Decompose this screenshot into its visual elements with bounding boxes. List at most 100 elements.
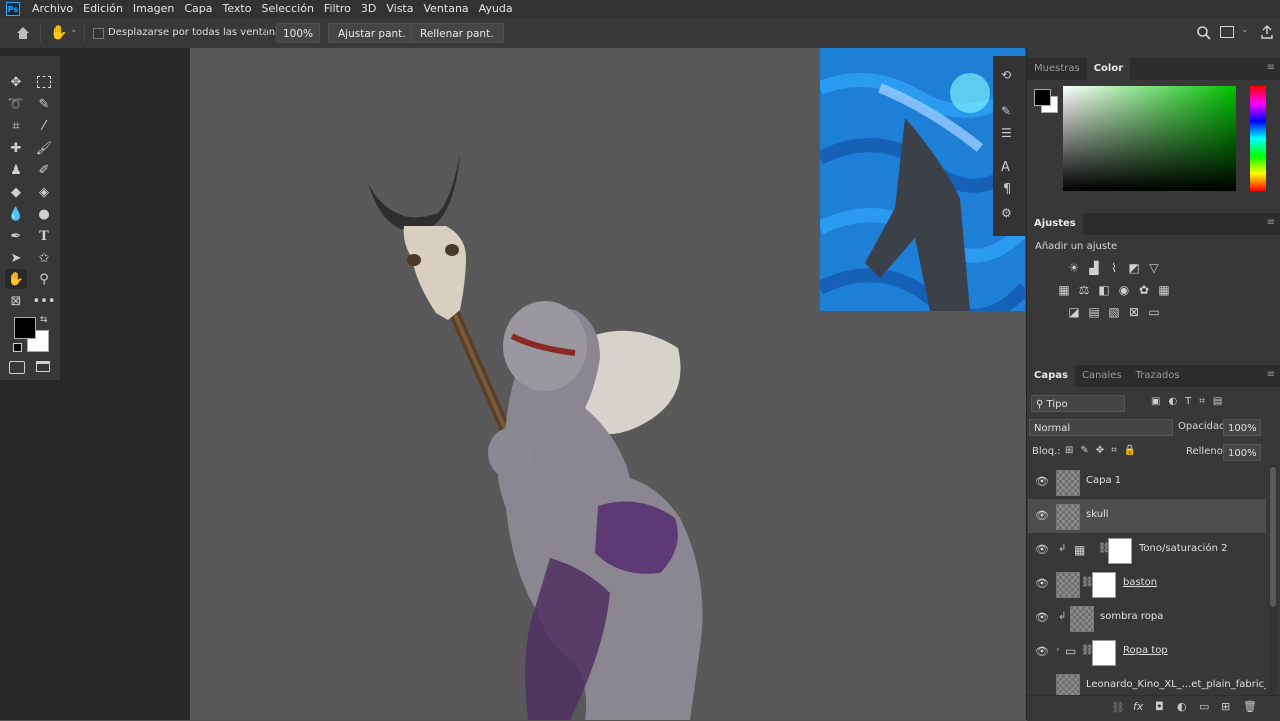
expand-chevron-icon[interactable]: › <box>1056 645 1060 655</box>
menu-ayuda[interactable]: Ayuda <box>475 0 519 18</box>
menu-edicion[interactable]: Edición <box>79 0 129 18</box>
layer-mask-thumbnail[interactable] <box>1092 572 1116 598</box>
color-field[interactable] <box>1063 86 1236 191</box>
blur-tool-icon[interactable]: 💧 <box>5 204 27 224</box>
scroll-all-checkbox[interactable] <box>93 28 104 39</box>
layer-mask-thumbnail[interactable] <box>1092 640 1116 666</box>
layer-mask-thumbnail[interactable] <box>1108 538 1132 564</box>
shape-tool-icon[interactable]: ✩ <box>33 248 55 268</box>
curves-icon[interactable]: ⌇ <box>1107 261 1121 275</box>
zoom-level-field[interactable]: 100% <box>276 23 320 43</box>
hand-tool-icon[interactable]: ✋ <box>5 269 27 289</box>
search-icon[interactable] <box>1196 25 1212 41</box>
eyedropper-icon[interactable]: ⁄ <box>33 116 55 136</box>
workspace-icon[interactable] <box>1220 26 1234 38</box>
blend-mode-dropdown[interactable]: Normal <box>1029 419 1173 436</box>
opacity-field[interactable]: 100% <box>1223 419 1261 436</box>
layer-filter-dropdown[interactable]: ⚲ Tipo <box>1031 395 1125 412</box>
tab-ajustes[interactable]: Ajustes <box>1027 213 1083 235</box>
new-layer-icon[interactable]: ⊞ <box>1221 700 1230 713</box>
new-group-icon[interactable]: ▭ <box>1199 700 1209 713</box>
menu-imagen[interactable]: Imagen <box>129 0 180 18</box>
clone-stamp-icon[interactable]: ♟ <box>5 160 27 180</box>
document-canvas[interactable] <box>190 48 1025 720</box>
panel-menu-icon[interactable]: ≡ <box>1267 369 1275 380</box>
vibrance-icon[interactable]: ▽ <box>1147 261 1161 275</box>
color-lookup-icon[interactable]: ▦ <box>1157 283 1171 297</box>
crop-tool-icon[interactable]: ⌗ <box>5 116 27 136</box>
marquee-tool-icon[interactable] <box>33 72 55 92</box>
menu-filtro[interactable]: Filtro <box>320 0 357 18</box>
delete-layer-icon[interactable]: 🗑 <box>1243 700 1257 713</box>
tab-capas[interactable]: Capas <box>1027 365 1075 387</box>
fit-screen-button[interactable]: Ajustar pant. <box>328 23 416 43</box>
dodge-tool-icon[interactable]: ● <box>33 204 55 224</box>
paint-bucket-icon[interactable]: ◈ <box>33 182 55 202</box>
fx-icon[interactable]: fx <box>1133 700 1143 713</box>
layer-row[interactable]: 👁 ↲ ▦ ⛓ Tono/saturación 2 <box>1028 533 1266 568</box>
add-mask-icon[interactable]: ◘ <box>1155 700 1164 713</box>
share-icon[interactable] <box>1259 24 1275 40</box>
visibility-eye-icon[interactable]: 👁 <box>1035 645 1049 658</box>
posterize-icon[interactable]: ▤ <box>1087 305 1101 319</box>
layers-scrollbar[interactable] <box>1269 465 1277 701</box>
visibility-eye-icon[interactable]: 👁 <box>1035 475 1049 488</box>
move-tool-icon[interactable]: ✥ <box>5 72 27 92</box>
layer-row[interactable]: 👁 Capa 1 <box>1028 465 1266 500</box>
healing-brush-icon[interactable]: ✚ <box>5 138 27 158</box>
invert-icon[interactable]: ◪ <box>1067 305 1081 319</box>
layer-group-row[interactable]: 👁 › ▭ ⛓ Ropa top <box>1028 635 1266 670</box>
frame-tool-icon[interactable]: ⊠ <box>5 291 27 311</box>
menu-ventana[interactable]: Ventana <box>419 0 474 18</box>
glyphs-icon[interactable]: ⚙ <box>1001 206 1012 220</box>
brush-settings-icon[interactable]: ✎ <box>1001 104 1011 118</box>
screen-mode-icon[interactable] <box>36 361 50 372</box>
paragraph-icon[interactable]: ¶ <box>1003 182 1011 197</box>
panel-menu-icon[interactable]: ≡ <box>1267 62 1275 73</box>
color-balance-icon[interactable]: ⚖ <box>1077 283 1091 297</box>
properties-icon[interactable]: ☰ <box>1001 126 1012 140</box>
new-adjustment-icon[interactable]: ◐ <box>1177 700 1187 713</box>
hand-tool-icon[interactable]: ✋ <box>50 24 68 42</box>
panel-menu-icon[interactable]: ≡ <box>1267 217 1275 228</box>
chevron-down-icon[interactable]: ⌄ <box>1241 25 1249 35</box>
link-layers-icon[interactable]: ⛓ <box>1111 701 1125 714</box>
path-select-icon[interactable]: ➤ <box>5 248 27 268</box>
menu-3d[interactable]: 3D <box>357 0 382 18</box>
chevron-down-icon[interactable]: ⌄ <box>70 25 78 35</box>
pen-tool-icon[interactable]: ✒ <box>5 226 27 246</box>
menu-archivo[interactable]: Archivo <box>28 0 79 18</box>
layer-row-selected[interactable]: 👁 skull <box>1028 499 1266 534</box>
hue-saturation-icon[interactable]: ▦ <box>1057 283 1071 297</box>
menu-vista[interactable]: Vista <box>382 0 419 18</box>
history-brush-icon[interactable]: ✐ <box>33 160 55 180</box>
foreground-color-swatch[interactable] <box>1034 89 1051 106</box>
brush-tool-icon[interactable]: 🖌 <box>33 138 55 158</box>
levels-icon[interactable]: ▟ <box>1087 261 1101 275</box>
brightness-icon[interactable]: ☀ <box>1067 261 1081 275</box>
fill-screen-button[interactable]: Rellenar pant. <box>410 23 504 43</box>
visibility-eye-icon[interactable]: 👁 <box>1035 577 1049 590</box>
quick-mask-icon[interactable] <box>9 361 25 374</box>
visibility-eye-icon[interactable]: 👁 <box>1035 611 1049 624</box>
layer-row[interactable]: 👁 ↲ sombra ropa <box>1028 601 1266 636</box>
home-icon[interactable] <box>14 24 32 42</box>
visibility-eye-icon[interactable]: 👁 <box>1035 509 1049 522</box>
quick-select-icon[interactable]: ✎ <box>33 94 55 114</box>
zoom-tool-icon[interactable]: ⚲ <box>33 269 55 289</box>
tab-color[interactable]: Color <box>1086 58 1131 80</box>
lasso-tool-icon[interactable]: ➰ <box>5 94 27 114</box>
fill-field[interactable]: 100% <box>1223 444 1261 461</box>
layer-row[interactable]: 👁 ⛓ baston <box>1028 567 1266 602</box>
menu-texto[interactable]: Texto <box>219 0 258 18</box>
visibility-eye-icon[interactable]: 👁 <box>1035 543 1049 556</box>
eraser-tool-icon[interactable]: ◆ <box>5 182 27 202</box>
tab-canales[interactable]: Canales <box>1075 365 1129 387</box>
tab-trazados[interactable]: Trazados <box>1129 365 1187 387</box>
black-white-icon[interactable]: ◧ <box>1097 283 1111 297</box>
lock-icons[interactable]: ⊞✎✥⌗🔒 <box>1065 445 1143 456</box>
exposure-icon[interactable]: ◩ <box>1127 261 1141 275</box>
swap-colors-icon[interactable]: ⇆ <box>40 315 48 325</box>
menu-capa[interactable]: Capa <box>180 0 218 18</box>
layer-row[interactable]: Leonardo_Kino_XL_...et_plain_fabric_3 <box>1028 669 1266 696</box>
